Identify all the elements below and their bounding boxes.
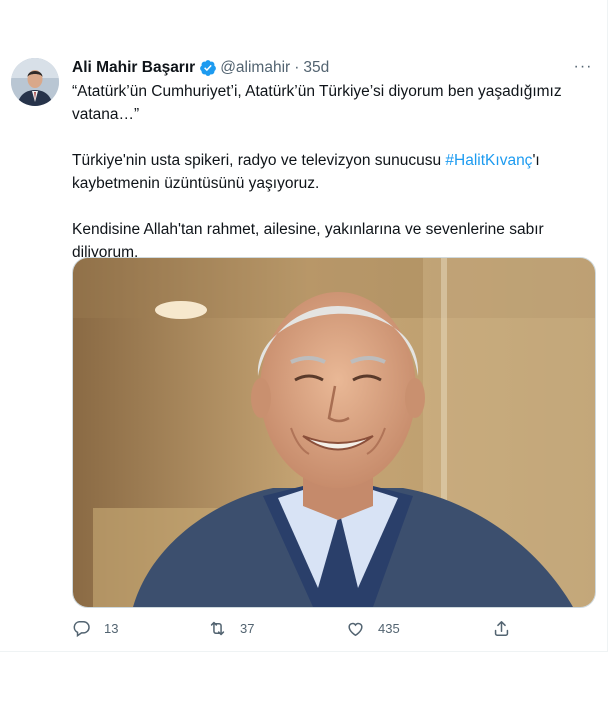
tweet-actions: 13 37 435 <box>72 619 532 641</box>
like-button[interactable]: 435 <box>346 619 400 638</box>
reply-icon <box>73 621 90 638</box>
like-count: 435 <box>378 621 400 636</box>
retweet-count: 37 <box>240 621 255 636</box>
like-icon <box>348 622 363 637</box>
tweet-text: “Atatürk’ün Cumhuriyet’i, Atatürk’ün Tür… <box>72 80 582 287</box>
reply-count: 13 <box>104 621 119 636</box>
tweet-card[interactable]: Ali Mahir Başarır @alimahir · 35d ··· “A… <box>0 0 608 652</box>
tweet-photo[interactable] <box>72 257 596 608</box>
avatar-image <box>11 58 59 106</box>
retweet-button[interactable]: 37 <box>208 619 254 638</box>
avatar[interactable] <box>11 58 59 106</box>
tweet-timestamp[interactable]: 35d <box>303 59 329 77</box>
separator-dot: · <box>294 59 300 76</box>
tweet-paragraph: Türkiye'nin usta spikeri, radyo ve telev… <box>72 149 582 195</box>
tweet-paragraph: “Atatürk’ün Cumhuriyet’i, Atatürk’ün Tür… <box>72 83 562 123</box>
author-handle[interactable]: @alimahir <box>220 59 290 77</box>
portrait-photo <box>73 258 595 607</box>
tweet-header: Ali Mahir Başarır @alimahir · 35d <box>72 58 329 78</box>
reply-button[interactable]: 13 <box>72 619 118 638</box>
text-segment: Türkiye'nin usta spikeri, radyo ve telev… <box>72 152 446 169</box>
retweet-icon <box>210 621 225 636</box>
share-button[interactable] <box>492 619 524 638</box>
more-icon[interactable]: ··· <box>572 58 594 80</box>
hashtag-link[interactable]: #HalitKıvanç <box>445 152 532 169</box>
author-name[interactable]: Ali Mahir Başarır <box>72 59 195 77</box>
verified-badge-icon <box>200 60 217 76</box>
share-icon <box>494 621 509 636</box>
